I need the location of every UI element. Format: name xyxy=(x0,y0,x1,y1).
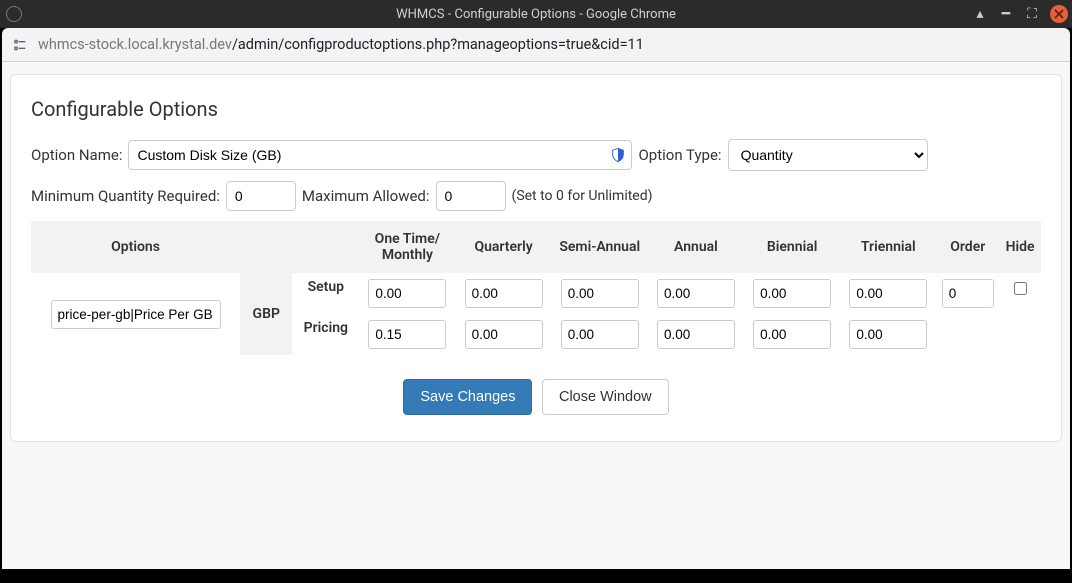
url-host: whmcs-stock.local.krystal.dev xyxy=(38,36,232,53)
setup-semiannual-input[interactable] xyxy=(561,279,639,308)
site-info-icon[interactable] xyxy=(12,37,28,53)
option-name-input[interactable] xyxy=(128,140,632,170)
close-icon[interactable] xyxy=(1050,5,1068,23)
setup-biennial-input[interactable] xyxy=(753,279,831,308)
max-allowed-label: Maximum Allowed: xyxy=(302,187,430,205)
min-qty-label: Minimum Quantity Required: xyxy=(31,187,220,205)
hide-checkbox[interactable] xyxy=(1014,282,1027,295)
url-path: /admin/configproductoptions.php?manageop… xyxy=(232,36,644,53)
pricing-semiannual-input[interactable] xyxy=(561,320,639,349)
col-triennial: Triennial xyxy=(840,221,936,273)
pricing-biennial-input[interactable] xyxy=(753,320,831,349)
shield-icon xyxy=(610,147,626,163)
col-semiannual: Semi-Annual xyxy=(552,221,648,273)
qty-row: Minimum Quantity Required: Maximum Allow… xyxy=(31,181,1041,211)
max-allowed-input[interactable] xyxy=(436,181,506,211)
content-card: Configurable Options Option Name: Option… xyxy=(10,74,1062,442)
option-type-label: Option Type: xyxy=(638,146,721,164)
setup-triennial-input[interactable] xyxy=(849,279,927,308)
maximize-icon[interactable]: ⛶ xyxy=(1024,6,1040,22)
min-qty-input[interactable] xyxy=(226,181,296,211)
page-title: Configurable Options xyxy=(31,97,1041,121)
setup-quarterly-input[interactable] xyxy=(465,279,543,308)
order-input[interactable] xyxy=(942,279,994,308)
pricing-onetime-input[interactable] xyxy=(368,320,446,349)
col-onetime: One Time/ Monthly xyxy=(359,221,455,273)
pricing-quarterly-input[interactable] xyxy=(465,320,543,349)
currency-label: GBP xyxy=(240,273,292,355)
minimize-icon[interactable]: ━ xyxy=(998,6,1014,22)
col-currency-spacer xyxy=(240,221,292,273)
window-controls: ▴ ━ ⛶ xyxy=(972,0,1068,28)
setup-annual-input[interactable] xyxy=(657,279,735,308)
table-row-setup: GBP Setup xyxy=(31,273,1041,314)
col-biennial: Biennial xyxy=(744,221,840,273)
pricing-triennial-input[interactable] xyxy=(849,320,927,349)
save-button[interactable]: Save Changes xyxy=(403,379,532,415)
col-annual: Annual xyxy=(648,221,744,273)
option-value-input[interactable] xyxy=(51,300,221,329)
pin-icon[interactable]: ▴ xyxy=(972,6,988,22)
option-name-row: Option Name: Option Type: Quantity xyxy=(31,139,1041,171)
col-hide: Hide xyxy=(999,221,1041,273)
col-options: Options xyxy=(31,221,240,273)
col-order: Order xyxy=(936,221,999,273)
option-type-select[interactable]: Quantity xyxy=(728,139,928,171)
pricing-annual-input[interactable] xyxy=(657,320,735,349)
setup-onetime-input[interactable] xyxy=(368,279,446,308)
table-header-row: Options One Time/ Monthly Quarterly Semi… xyxy=(31,221,1041,273)
close-button[interactable]: Close Window xyxy=(542,379,669,415)
app-icon xyxy=(6,6,22,22)
col-quarterly: Quarterly xyxy=(455,221,551,273)
col-subheader-spacer xyxy=(292,221,359,273)
option-name-label: Option Name: xyxy=(31,146,122,164)
address-bar[interactable]: whmcs-stock.local.krystal.dev/admin/conf… xyxy=(38,36,644,53)
window: WHMCS - Configurable Options - Google Ch… xyxy=(0,0,1072,583)
titlebar: WHMCS - Configurable Options - Google Ch… xyxy=(0,0,1072,28)
pricing-label: Pricing xyxy=(292,314,359,355)
window-title: WHMCS - Configurable Options - Google Ch… xyxy=(396,7,676,22)
pricing-table: Options One Time/ Monthly Quarterly Semi… xyxy=(31,221,1041,355)
page-viewport: Configurable Options Option Name: Option… xyxy=(2,62,1070,569)
browser-chrome: whmcs-stock.local.krystal.dev/admin/conf… xyxy=(2,28,1070,62)
setup-label: Setup xyxy=(292,273,359,314)
button-row: Save Changes Close Window xyxy=(31,379,1041,415)
zero-hint: (Set to 0 for Unlimited) xyxy=(512,188,653,204)
